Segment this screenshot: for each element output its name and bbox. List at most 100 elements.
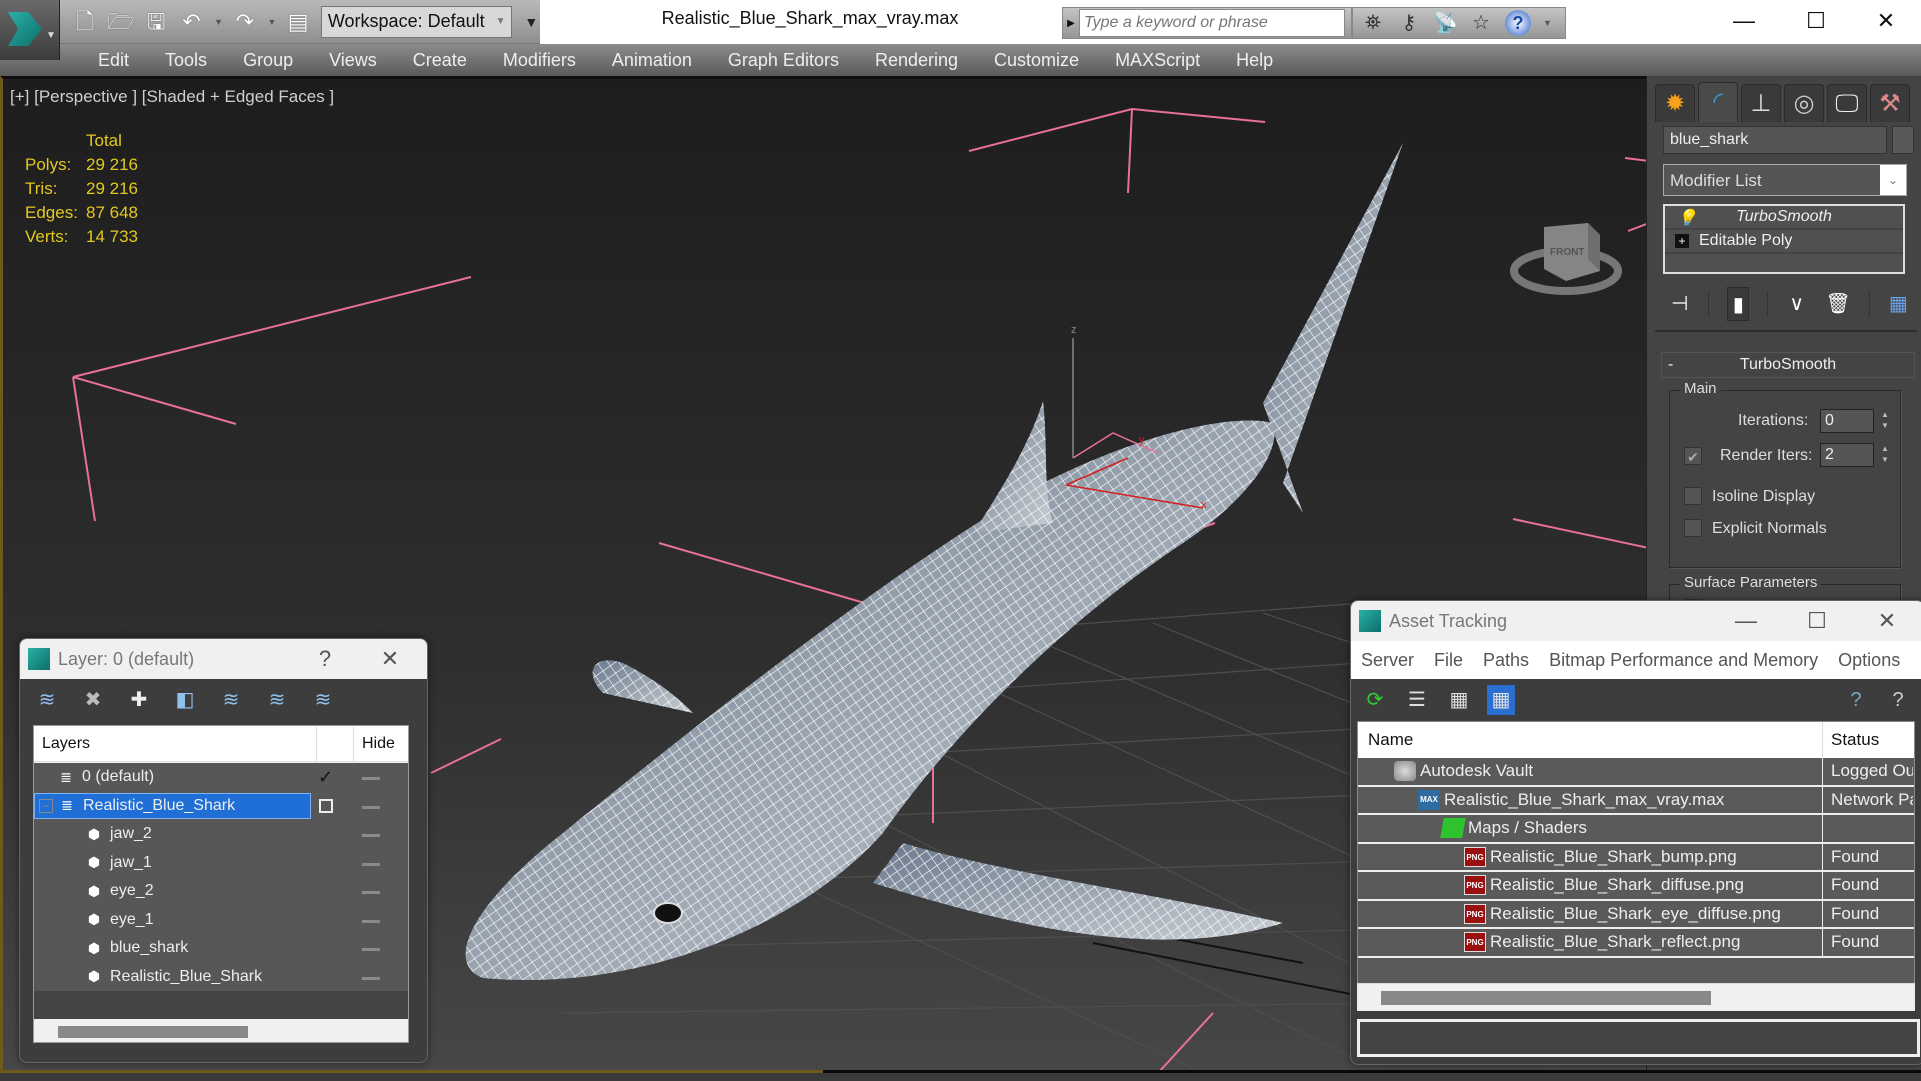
undo-dropdown-icon[interactable]: ▼ — [214, 17, 223, 27]
list-view-icon[interactable]: ☰ — [1403, 685, 1431, 715]
remove-modifier-icon[interactable]: 🗑 — [1825, 287, 1850, 321]
search-input[interactable] — [1079, 9, 1345, 37]
column-current[interactable] — [317, 725, 354, 762]
object-color-swatch[interactable] — [1892, 126, 1914, 154]
menu-views[interactable]: Views — [311, 44, 395, 76]
table-view-icon[interactable]: ▦ — [1487, 685, 1515, 715]
explicit-normals-checkbox[interactable] — [1684, 519, 1702, 537]
hide-toggle[interactable] — [362, 919, 380, 923]
layer-dialog-titlebar[interactable]: Layer: 0 (default) ? ✕ — [20, 639, 427, 679]
make-unique-icon[interactable]: ∨ — [1786, 287, 1807, 321]
render-iters-field[interactable]: 2 — [1820, 443, 1874, 467]
help-dropdown-icon[interactable]: ▼ — [1543, 18, 1552, 28]
iterations-field[interactable]: 0 — [1820, 409, 1874, 433]
key-icon[interactable]: ⚷ — [1397, 11, 1421, 35]
star-icon[interactable]: ☆ — [1469, 11, 1493, 35]
add-to-layer-icon[interactable]: ✚ — [126, 687, 152, 713]
display-tab-icon[interactable]: 🖵 — [1827, 84, 1867, 122]
asset-row[interactable]: PNG Realistic_Blue_Shark_bump.png Found — [1358, 843, 1914, 872]
layer-row[interactable]: − ≣ Realistic_Blue_Shark — [34, 792, 408, 821]
object-row[interactable]: ⬢ blue_shark — [34, 934, 408, 963]
refresh-icon[interactable]: ⟳ — [1361, 685, 1389, 715]
menu-bitmap-performance[interactable]: Bitmap Performance and Memory — [1539, 650, 1828, 671]
current-layer-check-icon[interactable]: ✓ — [318, 767, 333, 788]
utilities-tab-icon[interactable]: ⚒ — [1870, 84, 1910, 122]
render-iters-spinner[interactable]: ▲ ▼ — [1878, 443, 1892, 467]
delete-layer-icon[interactable]: ✖ — [80, 687, 106, 713]
create-tab-icon[interactable]: ✹ — [1655, 84, 1695, 122]
close-button[interactable]: ✕ — [1867, 601, 1907, 641]
menu-options[interactable]: Options — [1828, 650, 1910, 671]
workspace-dropdown[interactable]: Workspace: Default ▼ — [320, 5, 513, 38]
column-hide[interactable]: Hide — [354, 735, 395, 753]
highlight-layer-icon[interactable]: ≋ — [264, 687, 290, 713]
context-help-icon[interactable]: ? — [1884, 685, 1912, 715]
horizontal-scrollbar[interactable] — [1381, 991, 1711, 1005]
menu-animation[interactable]: Animation — [594, 44, 710, 76]
viewcube[interactable]: FRONT — [1508, 209, 1628, 299]
asset-row[interactable]: Autodesk Vault Logged Out — [1358, 758, 1914, 787]
render-iters-checkbox[interactable]: ✔ — [1684, 447, 1702, 465]
object-row[interactable]: ⬢ eye_1 — [34, 906, 408, 935]
maximize-button[interactable]: ☐ — [1797, 601, 1837, 641]
satellite-icon[interactable]: 📡 — [1433, 11, 1458, 35]
hide-toggle[interactable] — [362, 948, 380, 951]
hide-toggle[interactable] — [362, 976, 380, 980]
hide-toggle[interactable] — [362, 834, 380, 837]
object-name-field[interactable]: blue_shark — [1663, 126, 1887, 154]
menu-file[interactable]: File — [1424, 650, 1473, 671]
menu-paths[interactable]: Paths — [1473, 650, 1539, 671]
tree-view-icon[interactable]: ▦ — [1445, 685, 1473, 715]
asset-row[interactable]: PNG Realistic_Blue_Shark_reflect.png Foun… — [1358, 929, 1914, 958]
object-row[interactable]: ⬢ eye_2 — [34, 877, 408, 906]
hierarchy-tab-icon[interactable]: ⊥ — [1741, 84, 1781, 122]
select-layer-icon[interactable]: ≋ — [218, 687, 244, 713]
redo-dropdown-icon[interactable]: ▼ — [268, 17, 277, 27]
hide-toggle[interactable] — [362, 891, 380, 894]
column-name[interactable]: Name — [1358, 722, 1823, 758]
menu-create[interactable]: Create — [395, 44, 485, 76]
asset-row[interactable]: Maps / Shaders — [1358, 815, 1914, 844]
help-button[interactable]: ? — [305, 639, 345, 679]
hide-toggle[interactable] — [362, 805, 380, 809]
select-objects-icon[interactable]: ◧ — [172, 687, 198, 713]
iterations-spinner[interactable]: ▲ ▼ — [1878, 409, 1892, 433]
menu-graph-editors[interactable]: Graph Editors — [710, 44, 857, 76]
close-button[interactable]: ✕ — [370, 639, 410, 679]
binoculars-icon[interactable]: ⛯ — [1361, 11, 1385, 35]
configure-modifier-sets-icon[interactable]: ▦ — [1888, 287, 1909, 321]
application-menu-button[interactable]: ▼ — [0, 0, 60, 60]
modifier-list-dropdown[interactable]: Modifier List ⌄ — [1663, 164, 1907, 196]
make-current-toggle[interactable] — [319, 798, 333, 813]
menu-help[interactable]: Help — [1218, 44, 1291, 76]
menu-group[interactable]: Group — [225, 44, 311, 76]
asset-row[interactable]: MAX Realistic_Blue_Shark_max_vray.max Net… — [1358, 786, 1914, 815]
menu-server[interactable]: Server — [1351, 650, 1424, 671]
new-file-icon[interactable]: 🗋 — [72, 9, 97, 35]
new-layer-icon[interactable]: ≋ — [34, 687, 60, 713]
menu-customize[interactable]: Customize — [976, 44, 1097, 76]
help-icon[interactable]: ? — [1505, 10, 1531, 36]
menu-edit[interactable]: Edit — [80, 44, 147, 76]
menu-tools[interactable]: Tools — [147, 44, 225, 76]
redo-icon[interactable]: ↷ — [232, 9, 257, 35]
object-row[interactable]: ⬢ jaw_1 — [34, 849, 408, 878]
menu-maxscript[interactable]: MAXScript — [1097, 44, 1218, 76]
pin-stack-icon[interactable]: ⊣ — [1669, 287, 1690, 321]
horizontal-scrollbar[interactable] — [58, 1026, 248, 1038]
save-icon[interactable]: 🖫 — [143, 9, 168, 35]
asset-row[interactable]: PNG Realistic_Blue_Shark_eye_diffuse.png … — [1358, 900, 1914, 929]
modify-tab-icon[interactable]: ◜ — [1698, 82, 1738, 122]
maximize-button[interactable]: ☐ — [1786, 2, 1846, 40]
motion-tab-icon[interactable]: ◎ — [1784, 84, 1824, 122]
stack-item-turbosmooth[interactable]: 💡 TurboSmooth — [1665, 206, 1903, 230]
viewport-label-menu[interactable]: [+] [Perspective ] [Shaded + Edged Faces… — [10, 87, 334, 107]
menu-rendering[interactable]: Rendering — [857, 44, 976, 76]
expand-search-icon[interactable]: ▶ — [1063, 18, 1079, 29]
asset-dialog-titlebar[interactable]: Asset Tracking — ☐ ✕ — [1351, 601, 1921, 641]
turbosmooth-rollout-header[interactable]: - TurboSmooth — [1661, 352, 1915, 378]
minimize-button[interactable]: — — [1714, 2, 1774, 40]
object-row[interactable]: ⬢ jaw_2 — [34, 820, 408, 849]
column-layers[interactable]: Layers — [34, 725, 317, 762]
asset-row[interactable]: PNG Realistic_Blue_Shark_diffuse.png Foun… — [1358, 872, 1914, 901]
